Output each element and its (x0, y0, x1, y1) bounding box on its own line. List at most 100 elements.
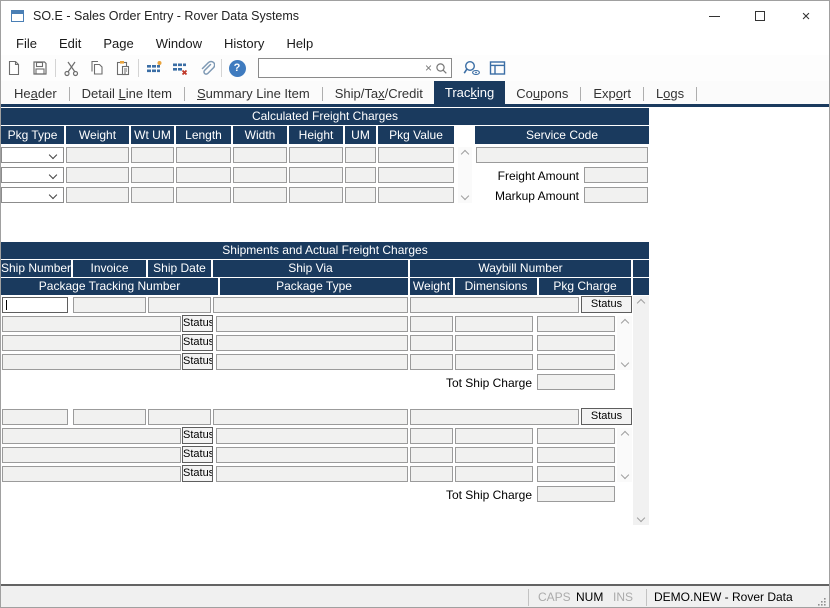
pkg-charge-field[interactable] (537, 354, 615, 370)
scroll-up-icon[interactable] (637, 299, 645, 307)
dimensions-field[interactable] (455, 354, 533, 370)
package-list-scrollbar[interactable] (617, 428, 632, 482)
scroll-down-icon[interactable] (620, 471, 628, 479)
package-weight-field[interactable] (410, 335, 453, 351)
pkg-charge-field[interactable] (537, 316, 615, 332)
width-field[interactable] (233, 147, 287, 163)
menu-page[interactable]: Page (92, 33, 144, 54)
package-tracking-field[interactable] (2, 335, 181, 351)
pkg-charge-field[interactable] (537, 466, 615, 482)
scroll-up-icon[interactable] (620, 431, 628, 439)
dimensions-field[interactable] (455, 466, 533, 482)
invoice-field[interactable] (73, 409, 146, 425)
search-input[interactable] (259, 60, 422, 76)
waybill-field[interactable] (410, 409, 579, 425)
ship-status-button[interactable]: Status (581, 408, 632, 425)
menu-help[interactable]: Help (275, 33, 324, 54)
wt-um-field[interactable] (131, 187, 174, 203)
copy-button[interactable] (84, 56, 110, 80)
length-field[interactable] (176, 187, 231, 203)
ship-number-field[interactable] (2, 297, 68, 313)
resize-grip-icon[interactable] (816, 596, 827, 607)
package-weight-field[interactable] (410, 428, 453, 444)
delete-rows-button[interactable] (167, 56, 193, 80)
width-field[interactable] (233, 187, 287, 203)
insert-rows-button[interactable] (141, 56, 167, 80)
width-field[interactable] (233, 167, 287, 183)
search-icon[interactable] (435, 62, 452, 75)
help-button[interactable]: ? (224, 56, 250, 80)
length-field[interactable] (176, 167, 231, 183)
wt-um-field[interactable] (131, 147, 174, 163)
tab-tracking[interactable]: Tracking (434, 81, 505, 104)
save-button[interactable] (27, 56, 53, 80)
service-code-field[interactable] (476, 147, 648, 163)
um-field[interactable] (345, 187, 376, 203)
tot-ship-charge-field[interactable] (537, 486, 615, 502)
um-field[interactable] (345, 167, 376, 183)
menu-window[interactable]: Window (145, 33, 213, 54)
waybill-field[interactable] (410, 297, 579, 313)
package-tracking-field[interactable] (2, 316, 181, 332)
weight-field[interactable] (66, 167, 129, 183)
tab-header[interactable]: Header (3, 83, 68, 104)
search-clear-icon[interactable]: × (422, 62, 435, 74)
pkg-type-dropdown[interactable] (1, 147, 64, 163)
dimensions-field[interactable] (455, 335, 533, 351)
ship-date-field[interactable] (148, 297, 211, 313)
shipments-scrollbar[interactable] (633, 296, 649, 525)
ship-number-field[interactable] (2, 409, 68, 425)
find-view-button[interactable] (458, 56, 484, 80)
weight-field[interactable] (66, 147, 129, 163)
ship-via-field[interactable] (213, 297, 408, 313)
menu-file[interactable]: File (5, 33, 48, 54)
length-field[interactable] (176, 147, 231, 163)
package-type-field[interactable] (216, 335, 408, 351)
menu-edit[interactable]: Edit (48, 33, 92, 54)
wt-um-field[interactable] (131, 167, 174, 183)
weight-field[interactable] (66, 187, 129, 203)
pkg-value-field[interactable] (378, 147, 454, 163)
ship-date-field[interactable] (148, 409, 211, 425)
tab-coupons[interactable]: Coupons (505, 83, 579, 104)
close-button[interactable]: × (783, 1, 829, 31)
tab-summary-line-item[interactable]: Summary Line Item (186, 83, 321, 104)
menu-history[interactable]: History (213, 33, 275, 54)
package-tracking-field[interactable] (2, 447, 181, 463)
height-field[interactable] (289, 167, 343, 183)
pkg-type-dropdown[interactable] (1, 187, 64, 203)
package-weight-field[interactable] (410, 466, 453, 482)
package-weight-field[interactable] (410, 354, 453, 370)
package-type-field[interactable] (216, 428, 408, 444)
package-status-button[interactable]: Status (182, 427, 213, 444)
freight-amount-field[interactable] (584, 167, 648, 183)
minimize-button[interactable] (691, 1, 737, 31)
pkg-charge-field[interactable] (537, 428, 615, 444)
tot-ship-charge-field[interactable] (537, 374, 615, 390)
new-button[interactable] (1, 56, 27, 80)
package-tracking-field[interactable] (2, 428, 181, 444)
height-field[interactable] (289, 147, 343, 163)
package-status-button[interactable]: Status (182, 446, 213, 463)
scroll-up-icon[interactable] (620, 319, 628, 327)
attachment-button[interactable] (193, 56, 219, 80)
package-type-field[interactable] (216, 447, 408, 463)
package-status-button[interactable]: Status (182, 353, 213, 370)
height-field[interactable] (289, 187, 343, 203)
tab-ship-tax-credit[interactable]: Ship/Tax/Credit (324, 83, 434, 104)
dimensions-field[interactable] (455, 428, 533, 444)
scroll-down-icon[interactable] (637, 514, 645, 522)
package-weight-field[interactable] (410, 447, 453, 463)
package-list-scrollbar[interactable] (617, 316, 632, 370)
package-status-button[interactable]: Status (182, 334, 213, 351)
package-tracking-field[interactable] (2, 466, 181, 482)
package-status-button[interactable]: Status (182, 465, 213, 482)
scroll-down-icon[interactable] (620, 359, 628, 367)
markup-amount-field[interactable] (584, 187, 648, 203)
layout-button[interactable] (484, 56, 510, 80)
maximize-button[interactable] (737, 1, 783, 31)
tab-logs[interactable]: Logs (645, 83, 695, 104)
dimensions-field[interactable] (455, 447, 533, 463)
paste-button[interactable] (110, 56, 136, 80)
tab-export[interactable]: Export (582, 83, 642, 104)
